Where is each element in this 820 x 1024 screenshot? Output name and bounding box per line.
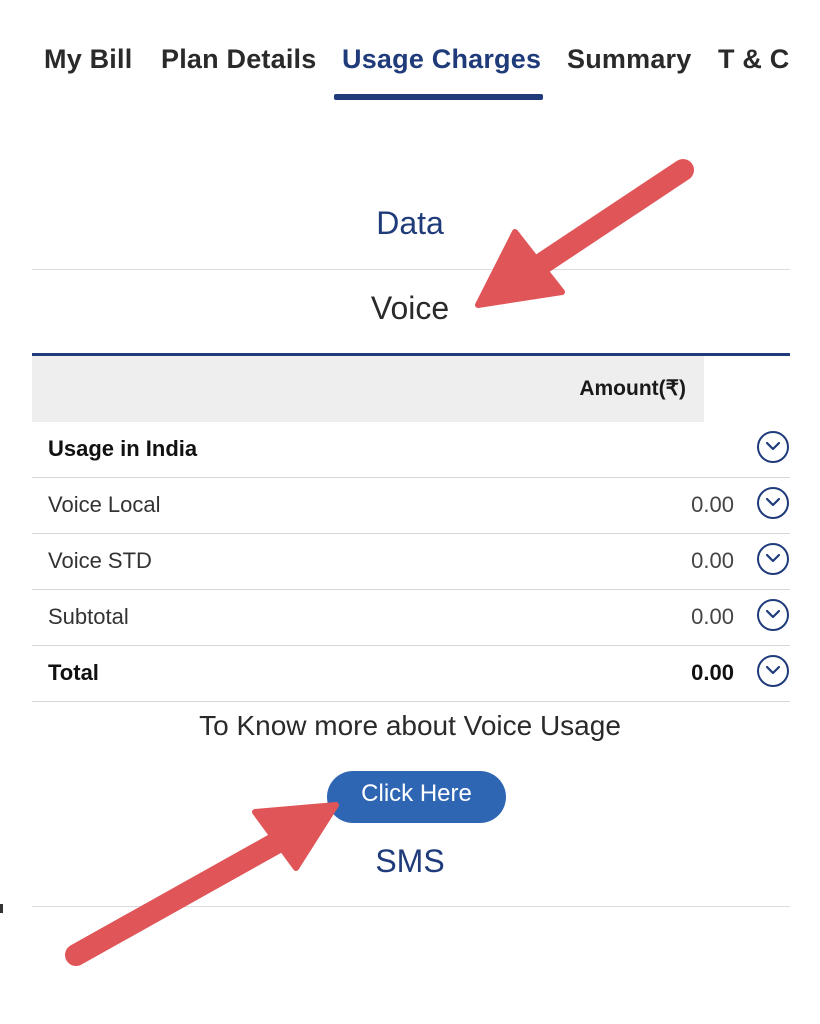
tab-summary[interactable]: Summary — [567, 44, 691, 75]
section-sms[interactable]: SMS — [0, 843, 820, 880]
amount-header: Amount(₹) — [32, 356, 704, 422]
click-here-button[interactable]: Click Here — [327, 771, 506, 823]
row-amount: 0.00 — [691, 548, 734, 573]
table-row-voice-std: Voice STD 0.00 — [32, 534, 790, 590]
row-amount: 0.00 — [691, 492, 734, 517]
table-row-usage-in-india: Usage in India — [32, 422, 790, 478]
row-amount: 0.00 — [691, 604, 734, 629]
section-data[interactable]: Data — [0, 205, 820, 242]
section-voice[interactable]: Voice — [0, 290, 820, 327]
divider — [32, 906, 790, 907]
active-tab-indicator — [334, 94, 543, 100]
table-row-total: Total 0.00 — [32, 646, 790, 702]
table-row-voice-local: Voice Local 0.00 — [32, 478, 790, 534]
tab-bar: My Bill Plan Details Usage Charges Summa… — [0, 0, 820, 110]
annotation-arrow — [65, 802, 339, 966]
amount-column-label: Amount(₹) — [579, 377, 686, 400]
row-amount: 0.00 — [691, 660, 734, 685]
divider — [32, 269, 790, 270]
chevron-down-circle-icon[interactable] — [757, 599, 789, 631]
edge-mark — [0, 904, 3, 913]
chevron-down-circle-icon[interactable] — [757, 655, 789, 687]
tab-my-bill[interactable]: My Bill — [44, 44, 132, 75]
tab-terms[interactable]: T & C — [718, 44, 790, 75]
row-label: Usage in India — [48, 436, 198, 461]
row-label: Voice STD — [48, 548, 152, 573]
row-label: Voice Local — [48, 492, 161, 517]
row-label: Subtotal — [48, 604, 129, 629]
table-row-subtotal: Subtotal 0.00 — [32, 590, 790, 646]
row-label: Total — [48, 660, 99, 685]
tab-plan-details[interactable]: Plan Details — [161, 44, 316, 75]
chevron-down-circle-icon[interactable] — [757, 487, 789, 519]
chevron-down-circle-icon[interactable] — [757, 431, 789, 463]
chevron-down-circle-icon[interactable] — [757, 543, 789, 575]
row-divider — [32, 701, 790, 702]
know-more-text: To Know more about Voice Usage — [199, 710, 621, 741]
tab-usage-charges[interactable]: Usage Charges — [342, 44, 541, 75]
